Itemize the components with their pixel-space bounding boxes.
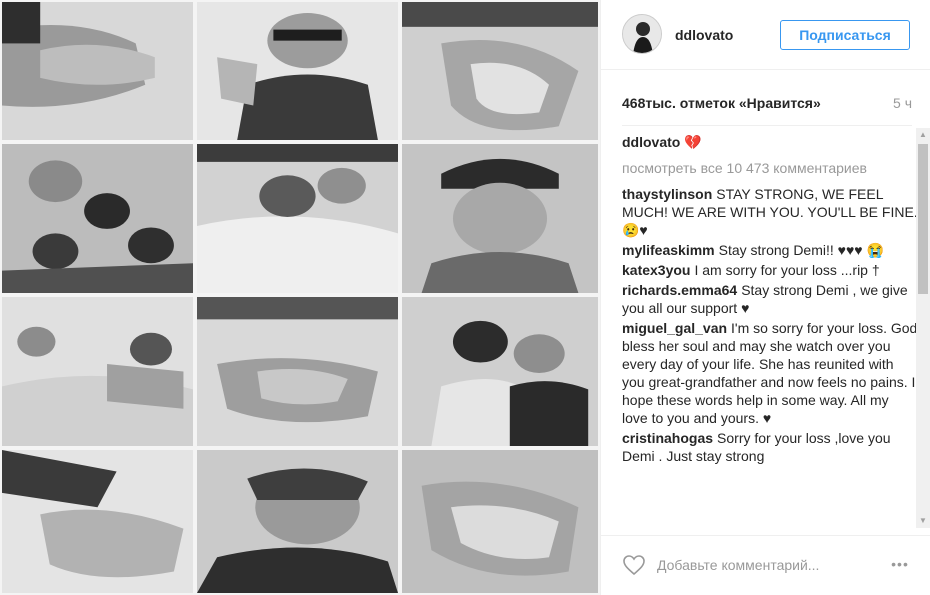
comment-username[interactable]: mylifeaskimm: [622, 242, 715, 258]
collage-tile: [400, 0, 600, 142]
divider: [622, 125, 912, 126]
comment-item: thaystylinson STAY STRONG, WE FEEL MUCH! …: [622, 185, 918, 239]
comments-scrollbar[interactable]: ▲ ▼: [916, 128, 930, 528]
more-options-icon[interactable]: •••: [886, 556, 914, 574]
likes-row: 468тыс. отметок «Нравится» 5 ч: [622, 95, 912, 111]
collage-tile: [400, 448, 600, 595]
comment-username[interactable]: katex3you: [622, 262, 690, 278]
heart-icon[interactable]: [622, 553, 646, 577]
likes-count[interactable]: 468тыс. отметок «Нравится»: [622, 95, 821, 111]
caption: ddlovato 💔: [622, 133, 918, 151]
comment-username[interactable]: richards.emma64: [622, 282, 737, 298]
post-time[interactable]: 5 ч: [893, 95, 912, 111]
collage-tile: [195, 142, 400, 295]
view-all-comments-link[interactable]: посмотреть все 10 473 комментариев: [622, 159, 918, 177]
username-link[interactable]: ddlovato: [675, 27, 733, 43]
post-header: ddlovato Подписаться: [601, 0, 930, 70]
post-details-panel: ddlovato Подписаться 468тыс. отметок «Нр…: [600, 0, 930, 595]
collage-tile: [0, 0, 195, 142]
collage-tile: [195, 448, 400, 595]
photo-collage: [0, 0, 600, 595]
comment-username[interactable]: ddlovato: [622, 134, 680, 150]
comment-username[interactable]: miguel_gal_van: [622, 320, 727, 336]
scrollbar-thumb[interactable]: [918, 144, 928, 294]
scroll-up-arrow-icon[interactable]: ▲: [916, 128, 930, 142]
comment-item: cristinahogas Sorry for your loss ,love y…: [622, 429, 918, 465]
comment-item: richards.emma64 Stay strong Demi , we giv…: [622, 281, 918, 317]
comment-username[interactable]: thaystylinson: [622, 186, 712, 202]
collage-tile: [195, 0, 400, 142]
comment-username[interactable]: cristinahogas: [622, 430, 713, 446]
collage-tile: [400, 142, 600, 295]
follow-button[interactable]: Подписаться: [780, 20, 910, 50]
comment-text: 💔: [684, 134, 702, 150]
collage-tile: [0, 142, 195, 295]
comment-text: Stay strong Demi!! ♥♥♥ 😭: [718, 242, 884, 258]
scroll-down-arrow-icon[interactable]: ▼: [916, 514, 930, 528]
comment-item: mylifeaskimm Stay strong Demi!! ♥♥♥ 😭: [622, 241, 918, 259]
post-photo[interactable]: [0, 0, 600, 595]
collage-tile: [195, 295, 400, 448]
comment-text: I am sorry for your loss ...rip †: [694, 262, 880, 278]
comment-item: miguel_gal_van I'm so sorry for your loss…: [622, 319, 918, 427]
comments-list: ddlovato 💔 посмотреть все 10 473 коммента…: [622, 133, 918, 528]
comment-item: katex3you I am sorry for your loss ...rip…: [622, 261, 918, 279]
avatar[interactable]: [622, 14, 662, 54]
add-comment-bar: •••: [601, 535, 930, 595]
collage-tile: [0, 448, 195, 595]
collage-tile: [0, 295, 195, 448]
collage-tile: [400, 295, 600, 448]
comment-input[interactable]: [657, 554, 877, 576]
